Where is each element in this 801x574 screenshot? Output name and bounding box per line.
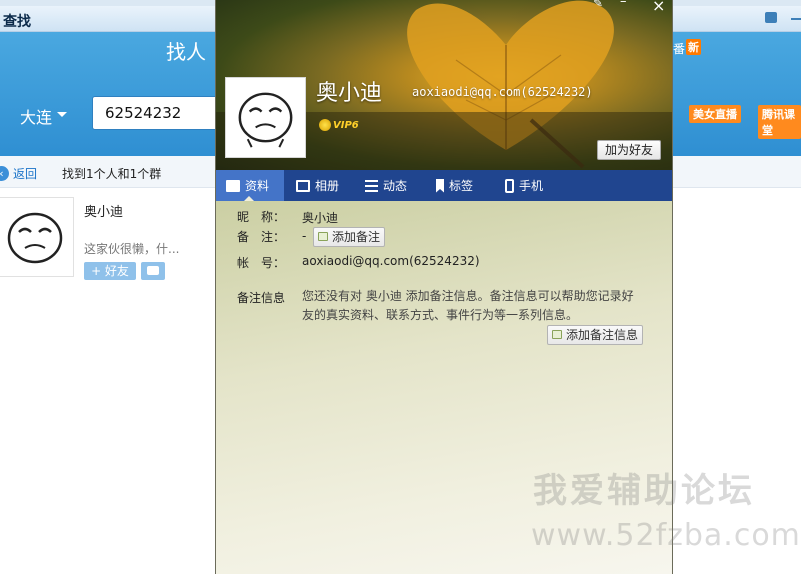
tab-label: 动态	[383, 179, 408, 193]
profile-name: 奥小迪	[316, 81, 383, 106]
close-icon[interactable]: ×	[652, 0, 665, 15]
minimize-icon[interactable]: –	[620, 0, 627, 9]
remark-label: 备 注：	[237, 230, 286, 244]
tab-label: 资料	[245, 179, 270, 193]
tab-tags[interactable]: 标签	[436, 170, 473, 201]
watermark-url: www.52fzba.com	[531, 518, 801, 553]
tab-label: 标签	[449, 179, 474, 193]
account-label: 帐 号：	[237, 256, 286, 270]
avatar[interactable]	[0, 197, 74, 277]
tab-feed[interactable]: 动态	[365, 170, 407, 201]
back-label[interactable]: 返回	[13, 165, 37, 182]
tab-label: 相册	[315, 179, 340, 193]
watermark-text: 我爱辅助论坛	[533, 471, 755, 511]
nickname-value: 奥小迪	[302, 211, 339, 225]
tab-phone[interactable]: 手机	[505, 170, 543, 201]
search-input[interactable]	[92, 96, 222, 130]
add-remark-label: 添加备注	[332, 230, 381, 244]
result-count: 找到1个人和1个群	[62, 167, 162, 181]
account-value: aoxiaodi@qq.com(62524232)	[302, 254, 480, 268]
face-avatar-icon	[7, 212, 63, 264]
find-window-title: 查找	[3, 14, 31, 30]
promo-course-button[interactable]: 腾讯课堂	[758, 105, 801, 139]
chat-bubble-icon	[147, 266, 159, 275]
promo-live-button[interactable]: 美女直播	[689, 105, 741, 123]
back-button[interactable]: ‹ 返回	[0, 165, 37, 182]
phone-icon	[505, 178, 514, 193]
vip-level-badge[interactable]: VIP6	[333, 120, 359, 131]
remark-value: -	[302, 229, 307, 243]
add-remark-info-button[interactable]: 添加备注信息	[547, 325, 644, 345]
add-remark-button[interactable]: 添加备注	[313, 227, 386, 247]
profile-tabs: 资料 相册 动态 标签 手机	[216, 170, 672, 201]
nickname-label: 昵 称：	[237, 210, 286, 224]
result-name[interactable]: 奥小迪	[84, 201, 123, 220]
tab-album[interactable]: 相册	[296, 170, 339, 201]
remark-info-label: 备注信息	[237, 291, 286, 305]
remark-info-text: 您还没有对 奥小迪 添加备注信息。备注信息可以帮助您记录好友的真实资料、联系方式…	[302, 289, 634, 322]
chevron-down-icon[interactable]	[57, 112, 67, 117]
fan-label: 番	[673, 42, 686, 56]
feed-list-icon	[365, 179, 378, 192]
message-icon[interactable]	[765, 12, 777, 23]
new-badge: 新	[686, 39, 701, 55]
minimize-icon[interactable]	[791, 18, 801, 20]
face-avatar-icon	[238, 92, 293, 148]
find-header-title: 找人	[166, 40, 206, 64]
profile-account: aoxiaodi@qq.com(62524232)	[412, 85, 593, 99]
add-remark-info-label: 添加备注信息	[566, 328, 639, 342]
add-friend-button[interactable]: 加为好友	[597, 140, 661, 160]
chat-button[interactable]	[141, 262, 165, 280]
tab-label: 手机	[519, 179, 544, 193]
note-icon	[318, 232, 328, 241]
album-icon	[296, 179, 310, 192]
profile-avatar[interactable]	[225, 77, 306, 158]
vip-penguin-icon	[319, 119, 331, 131]
note-icon	[552, 330, 562, 339]
result-description: 这家伙很懒，什...	[84, 242, 180, 256]
tag-icon	[436, 178, 444, 193]
profile-card-icon	[226, 179, 240, 192]
add-friend-small-button[interactable]: + 好友	[84, 262, 136, 280]
back-arrow-icon[interactable]: ‹	[0, 166, 9, 181]
find-window-right-chrome: 番 新 美女直播 腾讯课堂	[673, 6, 801, 156]
city-dropdown[interactable]: 大连	[20, 104, 52, 128]
pin-icon[interactable]: ✎	[593, 0, 603, 10]
